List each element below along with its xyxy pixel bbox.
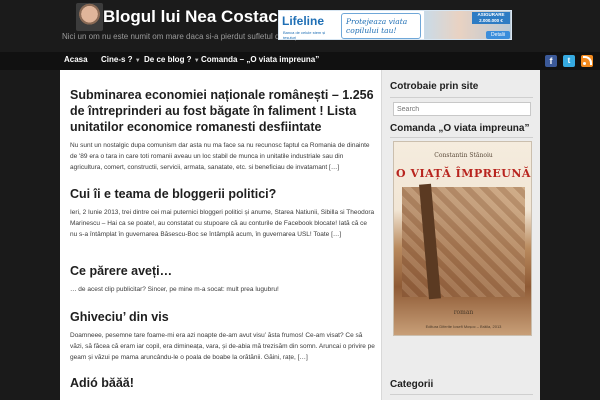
author-avatar[interactable] (76, 3, 103, 31)
post-title[interactable]: Adió băăă! (70, 375, 375, 391)
nav-item-de-ce-blog[interactable]: De ce blog ? ▼ (144, 55, 200, 64)
post-title[interactable]: Cui îi e teama de bloggerii politici? (70, 186, 375, 202)
site-title[interactable]: Blogul lui Nea Costache (103, 7, 298, 27)
nav-item-label: Comanda – „O viata impreuna” (201, 55, 320, 64)
site-header: Blogul lui Nea Costache Nici un om nu es… (0, 0, 600, 52)
search-input[interactable] (393, 102, 531, 116)
book-author: Constantin Stănoiu (434, 152, 493, 159)
site-tagline: Nici un om nu este numit om mare daca si… (62, 32, 305, 41)
banner-logo-subtitle: Banca de celule stem și țesuturi (283, 30, 326, 40)
categories-widget-title: Categorii (390, 379, 434, 390)
divider (390, 394, 533, 395)
banner-photo: ASIGURARE 2.000.000 € Detalii (424, 11, 511, 39)
book-publisher: Editura Diferite Iosefi Moșoc – Brăila, … (425, 324, 502, 329)
search-widget-title: Cotrobaie prin site (390, 81, 479, 92)
nav-item-cine-s[interactable]: Cine-s ? ▼ (101, 55, 141, 64)
facebook-icon[interactable]: f (545, 55, 557, 67)
rss-icon[interactable] (581, 55, 593, 67)
post-excerpt: Doamneee, pesemne tare foame-mi era azi … (70, 332, 375, 361)
banner-logo-text: Lifeline (282, 14, 325, 28)
sidebar: Cotrobaie prin site Comanda „O viata imp… (381, 70, 540, 400)
chevron-down-icon: ▼ (193, 58, 200, 64)
nav-item-label: Cine-s ? (101, 55, 133, 64)
book-cover-image[interactable]: Constantin Stănoiu O VIAȚĂ ÎMPREUNĂ roma… (393, 141, 532, 336)
post-title[interactable]: Ce părere aveți… (70, 263, 375, 279)
book-title: O VIAȚĂ ÎMPREUNĂ (396, 167, 531, 180)
post-title[interactable]: Ghiveciu’ din vis (70, 309, 375, 325)
banner-details-button[interactable]: Detalii (486, 31, 510, 39)
nav-item-label: De ce blog ? (144, 55, 192, 64)
post-excerpt: Ieri, 2 Iunie 2013, trei dintre cei mai … (70, 209, 375, 238)
divider (390, 137, 533, 138)
book-genre: roman (453, 309, 474, 316)
chevron-down-icon: ▼ (134, 58, 141, 64)
twitter-icon[interactable]: t (563, 55, 575, 67)
nav-item-acasa[interactable]: Acasa (64, 55, 88, 64)
banner-logo: Lifeline Banca de celule stem și țesutur… (279, 11, 339, 40)
post-list: Subminarea economiei naționale românești… (60, 70, 381, 400)
nav-item-label: Acasa (64, 55, 88, 64)
nav-item-comanda[interactable]: Comanda – „O viata impreuna” (201, 55, 319, 64)
order-widget-title: Comanda „O viata impreuna” (390, 123, 530, 134)
lifeline-banner-ad[interactable]: Lifeline Banca de celule stem și țesutur… (278, 10, 512, 40)
post-excerpt: … de acest clip publicitar? Sincer, pe m… (70, 286, 279, 293)
banner-badge: ASIGURARE 2.000.000 € (472, 12, 510, 24)
post-title[interactable]: Subminarea economiei naționale românești… (70, 87, 375, 135)
banner-slogan: Protejeaza viata copilului tau! (341, 13, 421, 39)
main-nav: Acasa Cine-s ? ▼ De ce blog ? ▼ Comanda … (0, 52, 600, 70)
post-excerpt: Nu sunt un nostalgic dupa comunism dar a… (70, 142, 370, 171)
divider (390, 97, 533, 98)
